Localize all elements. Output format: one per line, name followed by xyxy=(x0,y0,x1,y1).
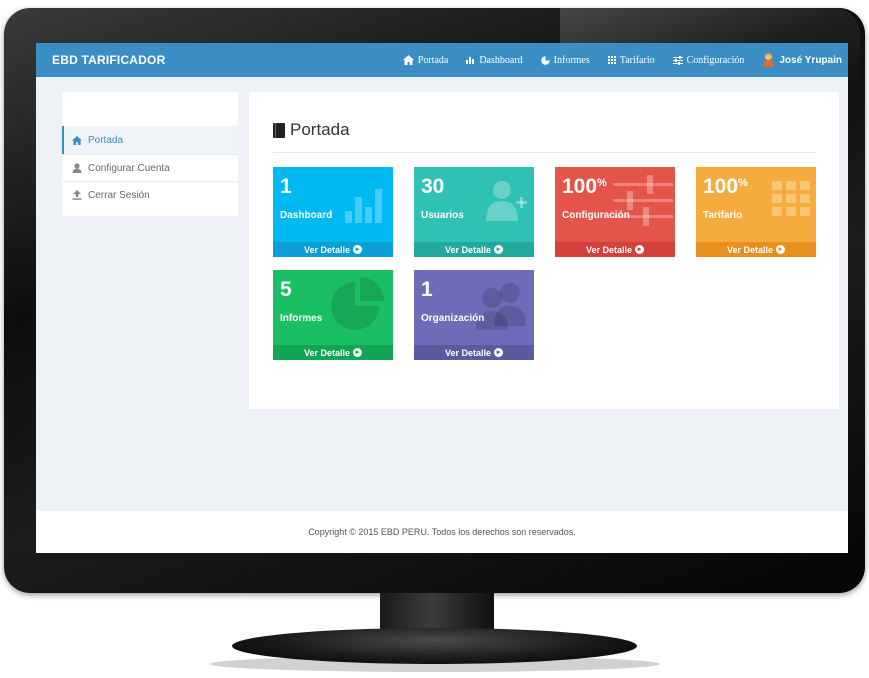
sidebar-item-label: Configurar Cuenta xyxy=(88,162,170,174)
add-user-icon xyxy=(486,181,527,221)
top-nav: Portada Dashboard Informes Tarifario Con… xyxy=(385,43,842,77)
tile-details-link[interactable]: Ver Detalle ▸ xyxy=(696,242,816,257)
sliders-icon xyxy=(672,55,683,65)
tile-link-text: Ver Detalle xyxy=(585,244,633,255)
bar-chart-icon xyxy=(345,189,382,223)
grid-icon xyxy=(607,56,616,64)
tile-details-link[interactable]: Ver Detalle ▸ xyxy=(273,242,393,257)
tile-link-text: Ver Detalle xyxy=(303,347,351,358)
arrow-right-circle-icon: ▸ xyxy=(635,245,645,254)
tile-informes: 5 Informes Ver Detalle ▸ xyxy=(273,270,393,360)
tile-link-text: Ver Detalle xyxy=(444,347,492,358)
tile-value: 30 xyxy=(421,175,445,198)
grid-icon xyxy=(772,181,810,216)
user-menu[interactable]: José Yrupain xyxy=(762,53,842,67)
tile-value: 1 xyxy=(421,278,433,301)
footer: Copyright © 2015 EBD PERU. Todos los der… xyxy=(36,511,848,553)
upload-icon xyxy=(72,190,82,200)
tile-value: 100% xyxy=(703,175,748,198)
nav-item-configuracion[interactable]: Configuración xyxy=(672,54,745,66)
tile-link-text: Ver Detalle xyxy=(726,244,774,255)
copyright-text: Copyright © 2015 EBD PERU. Todos los der… xyxy=(308,527,576,537)
tile-dashboard: 1 Dashboard Ver Detalle ▸ xyxy=(273,167,393,257)
pie-chart-icon xyxy=(540,55,550,65)
tile-value: 1 xyxy=(280,175,292,198)
nav-item-label: Tarifario xyxy=(619,54,655,66)
tile-details-link[interactable]: Ver Detalle ▸ xyxy=(555,242,675,257)
nav-item-informes[interactable]: Informes xyxy=(540,54,590,66)
nav-item-portada[interactable]: Portada xyxy=(402,54,449,66)
tile-details-link[interactable]: Ver Detalle ▸ xyxy=(414,242,534,257)
nav-item-label: Informes xyxy=(553,54,590,66)
tile-organizacion: 1 Organización Ver Detalle ▸ xyxy=(414,270,534,360)
tile-details-link[interactable]: Ver Detalle ▸ xyxy=(273,345,393,360)
monitor-stand-base xyxy=(232,628,637,664)
tile-link-text: Ver Detalle xyxy=(444,244,492,255)
nav-item-label: Dashboard xyxy=(479,54,523,66)
arrow-right-circle-icon: ▸ xyxy=(353,348,363,357)
sidebar-item-portada[interactable]: Portada xyxy=(62,126,238,154)
arrow-right-circle-icon: ▸ xyxy=(494,348,504,357)
nav-item-label: Configuración xyxy=(686,54,745,66)
tile-label: Dashboard xyxy=(280,210,333,221)
tile-details-link[interactable]: Ver Detalle ▸ xyxy=(414,345,534,360)
app-screen: EBD TARIFICADOR Portada Dashboard Inform… xyxy=(36,43,848,553)
tile-label: Configuración xyxy=(562,210,630,221)
tile-link-text: Ver Detalle xyxy=(303,244,351,255)
book-icon xyxy=(273,122,285,138)
user-icon xyxy=(72,163,82,173)
tile-label: Usuarios xyxy=(421,210,464,221)
main-panel: Portada 1 Dashboard Ver Detalle ▸ 30 Usu… xyxy=(249,92,839,409)
sidebar: Portada Configurar Cuenta Cerrar Sesión xyxy=(62,92,238,216)
sidebar-item-label: Cerrar Sesión xyxy=(88,189,150,201)
page-title-text: Portada xyxy=(290,120,350,139)
title-divider xyxy=(273,152,816,153)
user-name: José Yrupain xyxy=(779,54,842,66)
tile-value: 5 xyxy=(280,278,292,301)
tile-label: Informes xyxy=(280,313,323,324)
brand-title[interactable]: EBD TARIFICADOR xyxy=(52,53,165,67)
arrow-right-circle-icon: ▸ xyxy=(776,245,786,254)
tile-label: Tarifario xyxy=(703,210,743,221)
home-icon xyxy=(402,55,414,65)
user-avatar-icon xyxy=(762,53,775,67)
arrow-right-circle-icon: ▸ xyxy=(494,245,504,254)
pie-chart-icon xyxy=(331,277,384,330)
page-title: Portada xyxy=(273,120,350,140)
home-icon xyxy=(72,135,82,145)
bar-chart-icon xyxy=(466,57,475,64)
sidebar-item-label: Portada xyxy=(88,134,124,146)
tile-configuracion: 100% Configuración Ver Detalle ▸ xyxy=(555,167,675,257)
tile-tarifario: 100% Tarifario Ver Detalle ▸ xyxy=(696,167,816,257)
top-navbar: EBD TARIFICADOR Portada Dashboard Inform… xyxy=(36,43,848,77)
tile-usuarios: 30 Usuarios Ver Detalle ▸ xyxy=(414,167,534,257)
sidebar-item-cerrar-sesion[interactable]: Cerrar Sesión xyxy=(62,181,238,209)
nav-item-dashboard[interactable]: Dashboard xyxy=(466,54,523,66)
sidebar-item-configurar-cuenta[interactable]: Configurar Cuenta xyxy=(62,154,238,182)
tile-label: Organización xyxy=(421,313,485,324)
arrow-right-circle-icon: ▸ xyxy=(353,245,363,254)
tile-value: 100% xyxy=(562,175,607,198)
nav-item-label: Portada xyxy=(417,54,449,66)
nav-item-tarifario[interactable]: Tarifario xyxy=(607,54,655,66)
